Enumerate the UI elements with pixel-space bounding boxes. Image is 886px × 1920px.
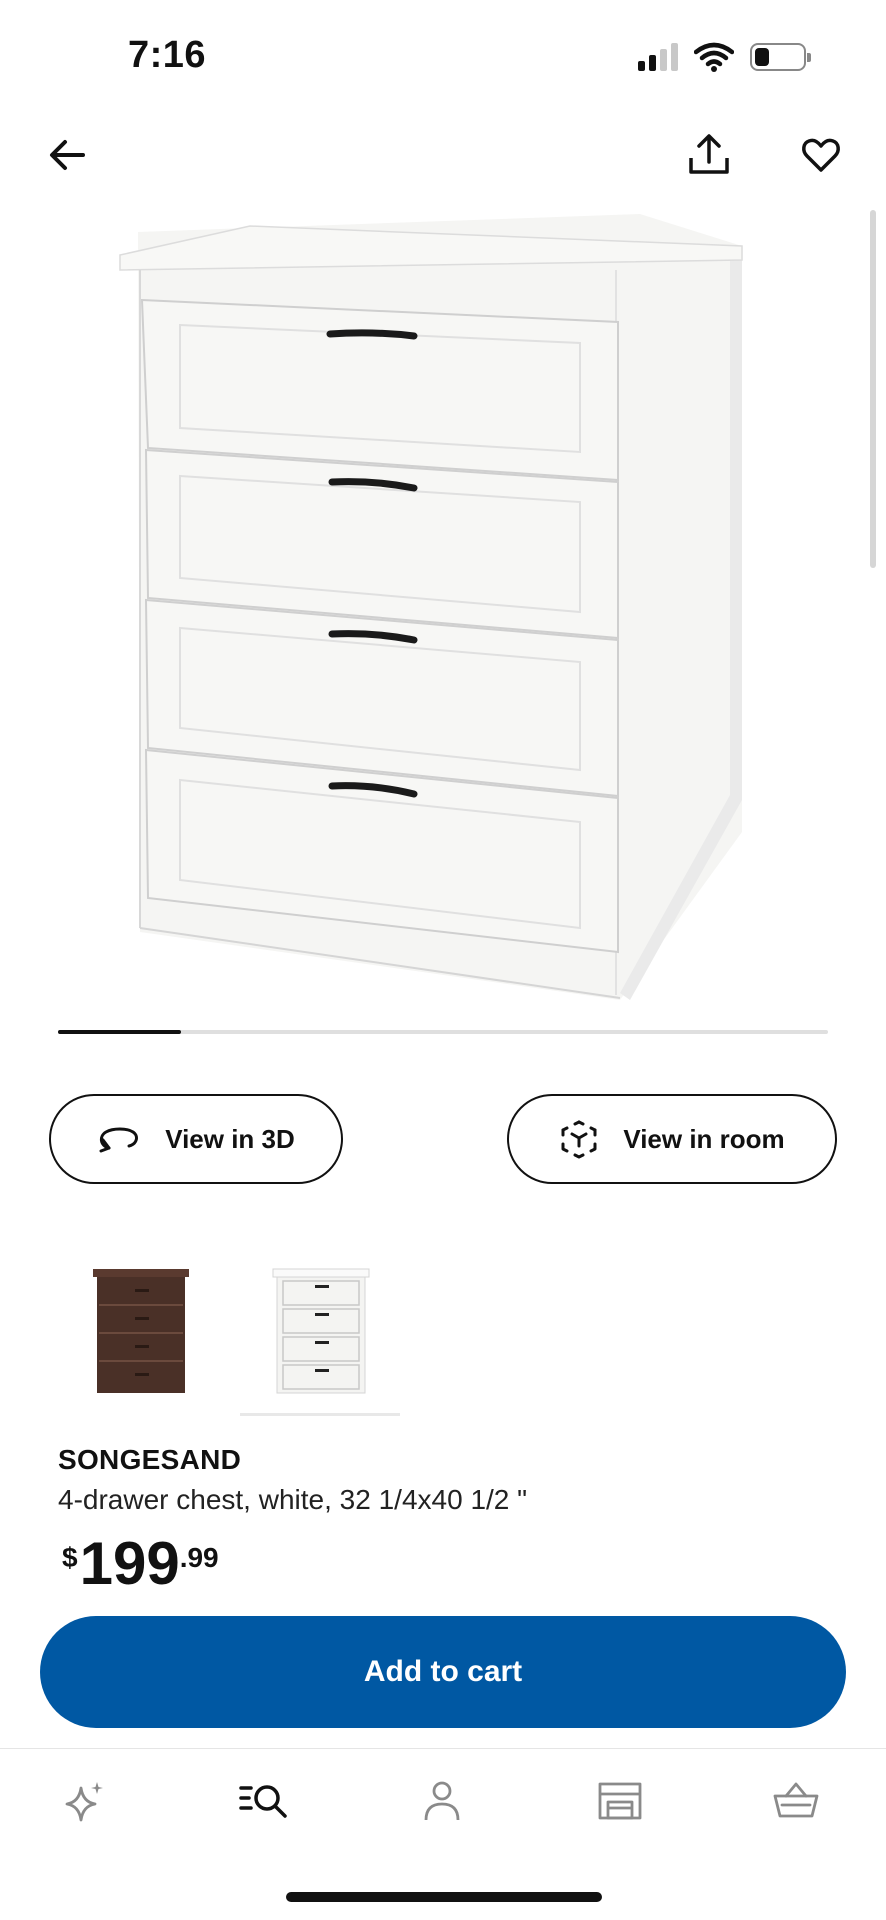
view-in-3d-button[interactable]: View in 3D — [49, 1094, 343, 1184]
tab-search[interactable] — [234, 1771, 294, 1831]
variant-brown-thumbnail — [93, 1269, 189, 1393]
search-list-icon — [239, 1785, 287, 1818]
status-time: 7:16 — [128, 34, 207, 76]
price-integer: 199 — [79, 1530, 180, 1597]
add-to-cart-label: Add to cart — [363, 1655, 523, 1688]
tab-inspiration[interactable] — [56, 1771, 116, 1831]
color-variants — [60, 1250, 400, 1416]
status-icons — [638, 42, 811, 72]
bottom-tab-bar — [0, 1748, 886, 1848]
carousel-progress-fill — [58, 1030, 182, 1034]
tab-stores[interactable] — [590, 1771, 650, 1831]
product-description: 4-drawer chest, white, 32 1/4x40 1/2 " — [58, 1484, 528, 1515]
battery-icon — [750, 43, 811, 71]
person-icon — [424, 1781, 460, 1821]
view-in-room-button[interactable]: View in room — [507, 1094, 837, 1184]
tab-cart[interactable] — [766, 1771, 826, 1831]
view-in-room-label: View in room — [623, 1123, 785, 1154]
basket-icon — [773, 1782, 819, 1818]
share-icon — [689, 134, 729, 174]
product-image-dresser — [119, 214, 743, 1000]
product-price: $ 199 .99 — [62, 1534, 219, 1594]
sparkle-icon — [65, 1782, 103, 1822]
price-decimal: .99 — [179, 1542, 219, 1573]
back-button[interactable] — [40, 128, 94, 182]
variant-brown[interactable] — [60, 1250, 220, 1410]
store-icon — [598, 1782, 642, 1820]
variant-white-thumbnail — [272, 1268, 370, 1394]
price-currency: $ — [62, 1542, 78, 1573]
heart-icon — [802, 138, 840, 172]
rotate-3d-icon — [99, 1127, 139, 1153]
add-to-cart-button[interactable]: Add to cart — [40, 1616, 846, 1728]
arrow-left-icon — [50, 140, 85, 170]
tab-profile[interactable] — [412, 1771, 472, 1831]
image-carousel-progress — [58, 1030, 828, 1034]
home-indicator — [286, 1892, 602, 1902]
product-name: SONGESAND — [58, 1444, 242, 1475]
top-nav — [0, 118, 886, 190]
product-image-gallery[interactable] — [0, 200, 886, 1020]
status-bar: 7:16 — [0, 0, 886, 120]
view-in-3d-label: View in 3D — [165, 1123, 295, 1154]
favorite-button[interactable] — [792, 126, 850, 184]
wifi-icon — [694, 42, 734, 72]
variant-white[interactable] — [240, 1250, 400, 1416]
scrollbar[interactable] — [870, 210, 876, 568]
share-button[interactable] — [680, 126, 738, 184]
ar-cube-icon — [561, 1120, 597, 1159]
signal-icon — [638, 43, 678, 71]
